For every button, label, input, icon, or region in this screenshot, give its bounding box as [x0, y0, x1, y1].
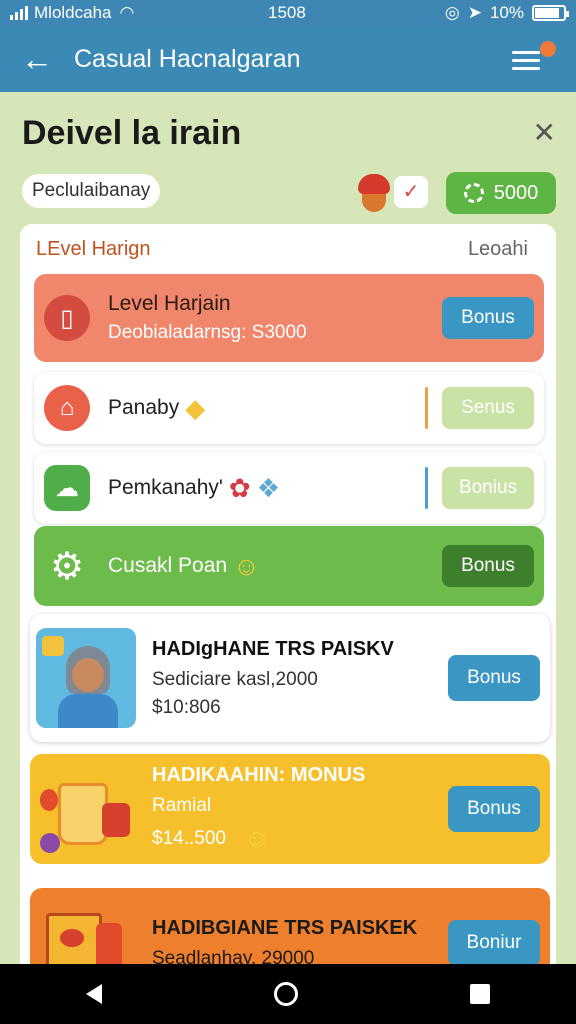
- location-icon: ➤: [467, 3, 482, 22]
- offer-card[interactable]: HADIKAAHIN: MONUS Ramial $14..500 ☺ Bonu…: [30, 754, 550, 864]
- smiley-icon: ☺: [233, 550, 260, 581]
- bonus-button[interactable]: Boniur: [448, 920, 540, 966]
- list-item[interactable]: ⌂ Panaby ◆ Senus: [34, 372, 544, 444]
- juice-illustration: [36, 759, 136, 859]
- bonus-button[interactable]: Bonus: [448, 655, 540, 701]
- battery-percent: 10%: [489, 3, 524, 22]
- level-row[interactable]: ▯ Level Harjain Deobialadarnsg: S3000 Bo…: [34, 274, 544, 362]
- coin-amount: 5000: [493, 181, 539, 204]
- card-price: $10:806: [152, 696, 221, 718]
- carrier-name: Mloldcaha: [34, 3, 112, 22]
- battery-icon: [532, 5, 569, 21]
- nav-home-icon[interactable]: [274, 982, 298, 1006]
- row-title: Panaby: [108, 396, 180, 419]
- berry-icon: ✿: [228, 472, 251, 503]
- bonus-button[interactable]: Bonus: [442, 297, 534, 339]
- bonus-button[interactable]: Bonus: [448, 786, 540, 832]
- offer-card[interactable]: HADIgHANE TRS PAISKV Sediciare kasl,2000…: [30, 614, 550, 742]
- divider: [425, 387, 428, 429]
- nav-back-icon[interactable]: [86, 984, 102, 1004]
- badge-icon: ▯: [44, 295, 90, 341]
- sync-icon: ◎: [444, 3, 460, 22]
- gear-icon: ⚙: [49, 545, 85, 588]
- acorn-icon: [356, 174, 392, 214]
- app-title: Casual Hacnalgaran: [74, 44, 301, 73]
- nav-recents-icon[interactable]: [470, 984, 490, 1004]
- page-title: Deivel la irain: [22, 114, 242, 152]
- system-nav-bar: [0, 964, 576, 1024]
- check-icon[interactable]: ✓: [394, 176, 428, 208]
- chat-icon: ☁: [44, 465, 90, 511]
- row-subtitle: Deobialadarnsg: S3000: [108, 322, 307, 343]
- character-avatar: [36, 628, 136, 728]
- cheese-icon: ◆: [185, 392, 206, 423]
- panel-right-label[interactable]: Leoahi: [468, 238, 528, 261]
- status-bar: Mloldcaha ◠ 1508 ◎ ➤ 10%: [0, 0, 576, 26]
- menu-button[interactable]: [502, 39, 562, 79]
- card-title: HADIKAAHIN: MONUS: [152, 764, 366, 786]
- wifi-icon: ◠: [119, 3, 135, 22]
- row-title: Pemkanahy': [108, 476, 223, 499]
- bonus-button[interactable]: Bonus: [442, 545, 534, 587]
- card-price: $14..500: [152, 827, 226, 849]
- home-icon: ⌂: [44, 385, 90, 431]
- back-arrow-icon[interactable]: ←: [0, 43, 74, 75]
- row-title: Cusakl Poan: [108, 554, 228, 577]
- gift-icon: ❖: [256, 472, 281, 503]
- panel-heading: LEvel Harign: [36, 238, 151, 260]
- app-bar: ← Casual Hacnalgaran: [0, 26, 576, 92]
- filter-chip[interactable]: Peclulaibanay: [22, 174, 161, 208]
- bonus-button[interactable]: Bonius: [442, 467, 534, 509]
- notification-dot: [540, 41, 556, 57]
- list-item[interactable]: ☁ Pemkanahy' ✿ ❖ Bonius: [34, 452, 544, 524]
- card-subtitle: Ramial: [152, 795, 212, 816]
- coin-icon: [463, 183, 484, 203]
- bonus-button[interactable]: Senus: [442, 387, 534, 429]
- card-title: HADIBGIANE TRS PAISKEK: [152, 916, 418, 939]
- close-icon[interactable]: ✕: [533, 116, 556, 149]
- smiley-icon: ☺: [243, 823, 271, 853]
- row-title: Level Harjain: [108, 292, 231, 315]
- card-subtitle: Sediciare kasl,2000: [152, 668, 318, 690]
- status-time: 1508: [268, 3, 306, 22]
- menu-icon: [512, 51, 540, 75]
- coin-balance-button[interactable]: 5000: [446, 172, 556, 214]
- divider: [425, 467, 428, 509]
- card-title: HADIgHANE TRS PAISKV: [152, 637, 394, 660]
- list-item[interactable]: ⚙ Cusakl Poan ☺ Bonus: [34, 526, 544, 606]
- signal-icon: [10, 6, 28, 20]
